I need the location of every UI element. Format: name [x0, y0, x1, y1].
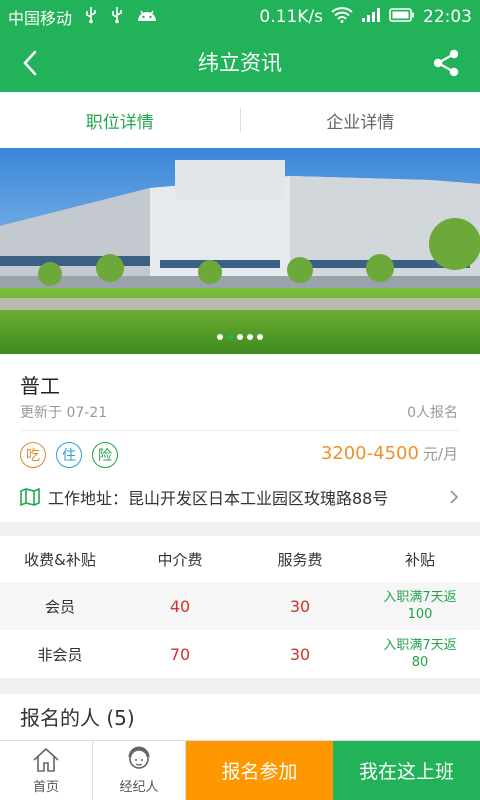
- factory-illustration: [0, 148, 480, 354]
- tab-job-details[interactable]: 职位详情: [0, 108, 240, 133]
- map-icon: [20, 488, 40, 506]
- carousel-indicator: [0, 334, 480, 340]
- carousel-dot[interactable]: [237, 334, 243, 340]
- home-icon: [33, 747, 59, 772]
- usb-icon: [110, 6, 124, 28]
- perk-housing-badge: 住: [56, 442, 82, 468]
- subsidy: 入职满7天返 80: [360, 637, 480, 671]
- salary-unit: 元/月: [422, 445, 458, 463]
- job-updated-date: 更新于 07-21: [20, 405, 108, 421]
- agency-fee: 70: [169, 644, 191, 664]
- table-row: 会员 40 30 入职满7天返 100: [0, 582, 480, 630]
- header-cell: 中介费: [157, 550, 203, 569]
- service-fee: 30: [289, 596, 311, 616]
- signup-button[interactable]: 报名参加: [186, 741, 333, 800]
- agent-avatar-icon: [128, 746, 150, 769]
- job-title: 普工: [20, 374, 60, 398]
- usb-icon: [84, 6, 98, 28]
- chevron-right-icon: [450, 490, 459, 504]
- android-icon: [136, 7, 158, 27]
- agency-fee: 40: [169, 596, 191, 616]
- perk-badges: 吃 住 险: [20, 442, 118, 468]
- applicants-heading: 报名的人 (5): [20, 706, 135, 730]
- net-speed: 0.11K/s: [259, 7, 323, 27]
- status-bar: 中国移动 0.11K/s 22:03: [0, 0, 480, 34]
- subsidy-condition: 入职满7天返: [383, 590, 457, 605]
- job-info-card: 普工 更新于 07-21 0人报名 吃 住 险 3200-4500 元/月 工作地…: [0, 354, 480, 522]
- agent-button[interactable]: 经纪人: [93, 741, 186, 800]
- signal-icon: [361, 7, 381, 28]
- work-address-row[interactable]: 工作地址：昆山开发区日本工业园区玫瑰路88号: [20, 484, 460, 510]
- agent-label: 经纪人: [119, 780, 159, 795]
- clock: 22:03: [423, 7, 472, 27]
- app-header: 纬立资讯: [0, 34, 480, 92]
- header-cell: 服务费: [277, 550, 323, 569]
- header-cell: 补贴: [404, 550, 435, 569]
- table-row: 非会员 70 30 入职满7天返 80: [0, 630, 480, 678]
- salary: 3200-4500 元/月: [321, 443, 458, 464]
- subsidy: 入职满7天返 100: [360, 589, 480, 623]
- work-here-button[interactable]: 我在这上班: [333, 741, 480, 800]
- header-cell: 收费&补贴: [24, 550, 96, 569]
- applicants-section: 报名的人 (5): [0, 694, 480, 744]
- tab-company-details[interactable]: 企业详情: [241, 108, 480, 133]
- fee-table: 收费&补贴 中介费 服务费 补贴 会员 40 30 入职满7天返 100 非会员…: [0, 536, 480, 678]
- home-label: 首页: [32, 780, 59, 795]
- subsidy-amount: 100: [407, 607, 433, 622]
- battery-icon: [389, 7, 415, 27]
- wifi-icon: [331, 6, 353, 28]
- divider: [20, 430, 460, 431]
- member-type: 会员: [44, 597, 75, 616]
- fee-table-header: 收费&补贴 中介费 服务费 补贴: [0, 536, 480, 582]
- subsidy-condition: 入职满7天返: [383, 638, 457, 653]
- perk-insurance-badge: 险: [92, 442, 118, 468]
- signup-count: 0人报名: [407, 405, 458, 421]
- member-type: 非会员: [37, 645, 83, 664]
- carousel-dot-active[interactable]: [227, 334, 233, 340]
- perk-meals-badge: 吃: [20, 442, 46, 468]
- detail-tabs: 职位详情 企业详情: [0, 92, 480, 148]
- bottom-action-bar: 首页 经纪人 报名参加 我在这上班: [0, 740, 480, 800]
- page-title: 纬立资讯: [198, 51, 282, 75]
- carrier-name: 中国移动: [8, 9, 73, 28]
- subsidy-amount: 80: [411, 655, 429, 670]
- factory-banner-image[interactable]: [0, 148, 480, 354]
- service-fee: 30: [289, 644, 311, 664]
- carousel-dot[interactable]: [257, 334, 263, 340]
- salary-range: 3200-4500: [320, 443, 419, 464]
- work-address: 工作地址：昆山开发区日本工业园区玫瑰路88号: [48, 489, 389, 508]
- home-button[interactable]: 首页: [0, 741, 93, 800]
- carousel-dot[interactable]: [217, 334, 223, 340]
- carousel-dot[interactable]: [247, 334, 253, 340]
- share-icon[interactable]: [430, 47, 462, 79]
